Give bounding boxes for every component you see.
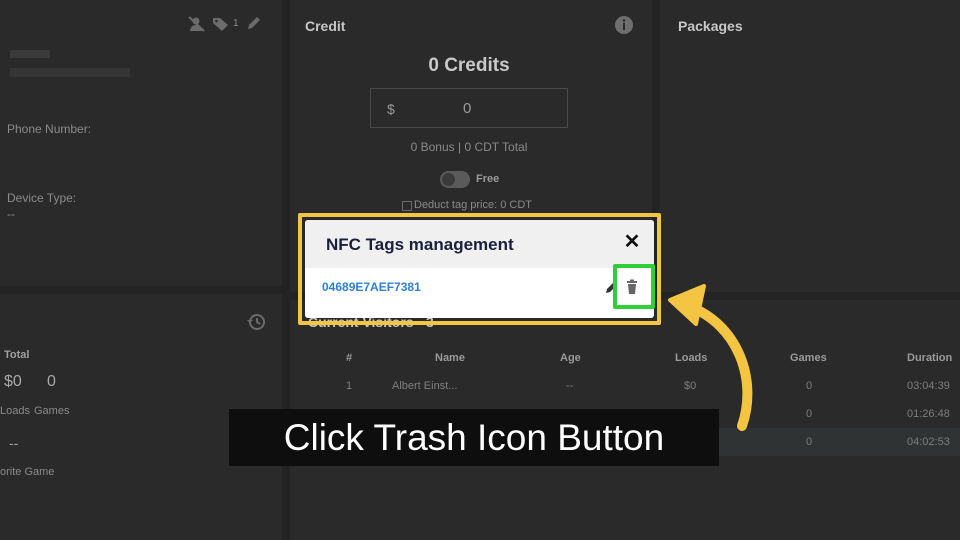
device-label: Device Type:: [7, 191, 77, 205]
favorite-game-label: orite Game: [0, 466, 55, 478]
col-header-index[interactable]: #: [346, 352, 352, 364]
pencil-icon[interactable]: [246, 15, 262, 31]
info-icon[interactable]: [614, 15, 634, 35]
row-games: 0: [806, 408, 813, 420]
deduct-label: Deduct tag price: 0 CDT: [414, 199, 532, 211]
nfc-tag-id-link[interactable]: 04689E7AEF7381: [322, 280, 421, 294]
row-duration: 03:04:39: [907, 380, 950, 392]
credits-value: 0 Credits: [428, 55, 510, 76]
total-label: Total: [4, 349, 30, 361]
row-duration: 04:02:53: [907, 436, 950, 448]
free-toggle[interactable]: [440, 171, 470, 188]
col-header-duration[interactable]: Duration: [907, 352, 952, 364]
blurred-name: [10, 50, 50, 58]
games-total: 0: [47, 373, 56, 390]
packages-title: Packages: [678, 18, 743, 34]
bonus-summary: 0 Bonus | 0 CDT Total: [410, 140, 528, 154]
row-games: 0: [806, 380, 813, 392]
games-label: Games: [34, 405, 70, 417]
col-header-age[interactable]: Age: [560, 352, 581, 364]
row-games: 0: [806, 436, 813, 448]
profile-panel: 1 Phone Number: Device Type: --: [0, 0, 282, 286]
amount-input[interactable]: $ 0: [370, 88, 568, 128]
close-button[interactable]: ✕: [621, 230, 643, 254]
modal-title: NFC Tags management: [326, 235, 514, 254]
col-header-games[interactable]: Games: [790, 352, 827, 364]
free-label: Free: [476, 173, 500, 185]
no-user-icon[interactable]: [188, 16, 206, 32]
trash-button-highlight: [613, 264, 655, 309]
table-row[interactable]: 1 Albert Einst... -- $0 0 03:04:39: [290, 372, 960, 400]
close-icon: ✕: [623, 231, 641, 253]
row-index: 1: [346, 380, 353, 392]
favorite-value: --: [9, 435, 19, 451]
credit-title: Credit: [305, 18, 346, 34]
currency-symbol: $: [387, 101, 395, 117]
col-header-name[interactable]: Name: [435, 352, 465, 364]
tags-icon[interactable]: [212, 16, 230, 32]
row-name: Albert Einst...: [392, 380, 458, 392]
nfc-tags-modal: NFC Tags management ✕ 04689E7AEF7381: [305, 220, 654, 318]
deduct-checkbox[interactable]: [402, 201, 412, 211]
device-value: --: [7, 207, 15, 221]
loads-label: Loads: [0, 405, 30, 417]
loads-total: $0: [4, 373, 22, 390]
row-age: --: [566, 380, 574, 392]
amount-value: 0: [463, 100, 472, 117]
instruction-caption: Click Trash Icon Button: [229, 409, 719, 466]
modal-header: NFC Tags management ✕: [305, 220, 654, 268]
history-icon[interactable]: [246, 312, 266, 332]
tag-count: 1: [233, 18, 239, 29]
packages-panel: Packages: [660, 0, 960, 292]
blurred-email: [10, 68, 130, 77]
phone-label: Phone Number:: [7, 122, 92, 136]
row-duration: 01:26:48: [907, 408, 950, 420]
